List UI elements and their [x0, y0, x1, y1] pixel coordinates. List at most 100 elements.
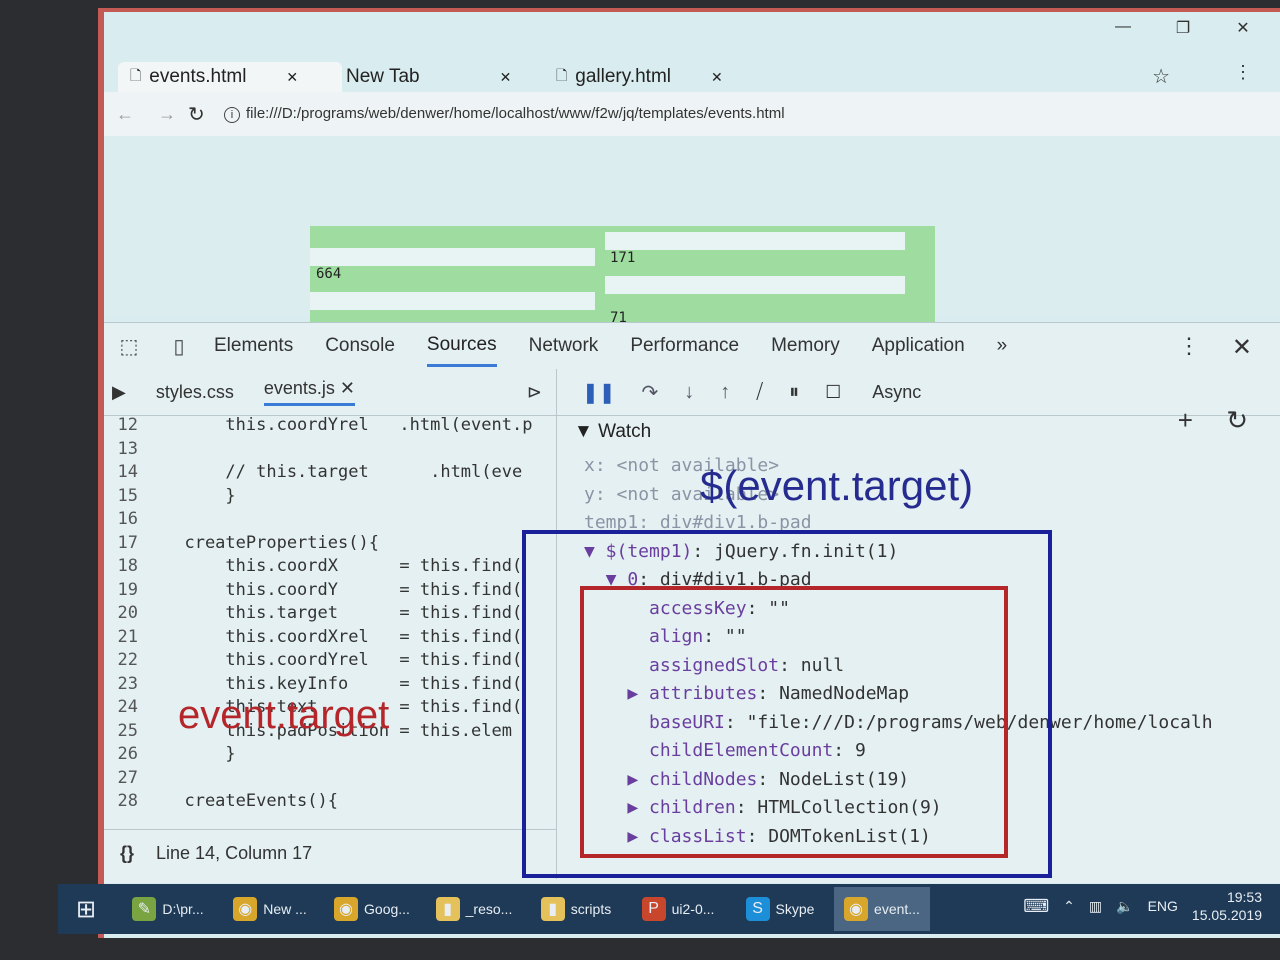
reload-icon[interactable]: ↻: [188, 102, 218, 127]
code-line: 26 }: [104, 744, 556, 768]
step-over-icon[interactable]: ↷: [642, 380, 659, 405]
code-line: 28 createEvents(){: [104, 791, 556, 815]
system-tray: ⌨ ⌃ ▥ 🔈 ENG 19:53 15.05.2019: [1023, 888, 1262, 924]
bookmark-star-icon[interactable]: ☆: [1152, 64, 1170, 89]
line-number[interactable]: 20: [104, 603, 164, 627]
async-checkbox[interactable]: ☐ Async: [825, 382, 921, 403]
refresh-watch-icon[interactable]: ↻: [1226, 405, 1248, 435]
watch-section-header[interactable]: ▼ Watch: [574, 421, 651, 443]
keyboard-icon[interactable]: ⌨: [1023, 896, 1049, 917]
tab-events-html[interactable]: 🗋 events.html ✕: [118, 62, 342, 92]
tab-title: New Tab: [346, 66, 420, 87]
code-line: 13: [104, 439, 556, 463]
line-number[interactable]: 18: [104, 556, 164, 580]
devtools-tabs: ⬚ ▯ Elements Console Sources Network Per…: [104, 323, 1280, 369]
code-line: 16: [104, 509, 556, 533]
line-number[interactable]: 28: [104, 791, 164, 815]
line-number[interactable]: 12: [104, 415, 164, 439]
tab-network[interactable]: Network: [529, 327, 599, 365]
start-button[interactable]: ⊞: [58, 887, 114, 931]
code-editor[interactable]: 12 this.coordYrel .html(event.p 13 14 // t…: [104, 415, 556, 820]
close-icon[interactable]: ✕: [286, 69, 298, 86]
line-number[interactable]: 26: [104, 744, 164, 768]
browser-menu-icon[interactable]: ⋮: [1234, 62, 1252, 83]
close-icon[interactable]: ✕: [340, 378, 355, 398]
line-number[interactable]: 21: [104, 627, 164, 651]
back-icon[interactable]: ←: [116, 104, 146, 125]
taskbar-item[interactable]: ◉ New ...: [222, 887, 318, 931]
taskbar-item-label: scripts: [570, 901, 612, 917]
sources-editor: ▶ styles.css events.js ✕ ⊳ 12 this.coord…: [104, 369, 557, 879]
watch-tools: + ↻: [1178, 405, 1248, 436]
taskbar-item[interactable]: ▮ scripts: [528, 887, 624, 931]
close-devtools-icon[interactable]: ✕: [1232, 333, 1252, 362]
inspect-icon[interactable]: ⬚: [114, 334, 144, 358]
line-number[interactable]: 23: [104, 674, 164, 698]
page-icon: 🗋: [556, 67, 568, 83]
tab-performance[interactable]: Performance: [630, 327, 739, 365]
code-text: this.target = this.find(: [164, 603, 523, 623]
tab-console[interactable]: Console: [325, 327, 395, 365]
device-toolbar-icon[interactable]: ▯: [164, 334, 194, 358]
folder-icon: ▮: [540, 897, 565, 921]
code-text: this.coordXrel = this.find(: [164, 626, 523, 647]
line-number[interactable]: 19: [104, 580, 164, 604]
file-tabs: ▶ styles.css events.js ✕ ⊳: [104, 369, 556, 416]
code-line: 27: [104, 768, 556, 792]
line-number[interactable]: 27: [104, 768, 164, 792]
network-icon[interactable]: ▥: [1089, 898, 1102, 915]
forward-icon[interactable]: →: [158, 104, 188, 125]
navigator-toggle-icon[interactable]: ▶: [112, 382, 126, 403]
tab-application[interactable]: Application: [872, 327, 965, 365]
maximize-button[interactable]: ❐: [1166, 18, 1200, 38]
file-tab-events-js[interactable]: events.js ✕: [263, 378, 356, 406]
tab-new-tab[interactable]: New Tab ✕: [334, 62, 548, 92]
tray-expand-icon[interactable]: ⌃: [1063, 898, 1075, 915]
taskbar-item[interactable]: S Skype: [732, 887, 828, 931]
taskbar-item[interactable]: ✎ D:\pr...: [120, 887, 216, 931]
code-text: }: [164, 485, 236, 506]
clock[interactable]: 19:53 15.05.2019: [1192, 888, 1262, 924]
language-indicator[interactable]: ENG: [1148, 898, 1178, 914]
line-number[interactable]: 14: [104, 462, 164, 486]
tab-gallery-html[interactable]: 🗋 gallery.html ✕: [544, 62, 768, 92]
volume-icon[interactable]: 🔈: [1116, 898, 1133, 915]
devtools-menu-icon[interactable]: ⋮: [1178, 333, 1200, 359]
url-field[interactable]: i file:///D:/programs/web/denwer/home/loc…: [224, 105, 785, 123]
close-icon[interactable]: ✕: [500, 69, 512, 86]
tab-sources[interactable]: Sources: [426, 326, 497, 367]
code-line: 15 }: [104, 486, 556, 510]
line-number[interactable]: 13: [104, 439, 164, 463]
step-into-icon[interactable]: ↓: [684, 381, 694, 404]
pause-on-exceptions-icon[interactable]: ⏸: [789, 381, 799, 404]
step-out-icon[interactable]: ↑: [720, 381, 730, 404]
line-number[interactable]: 24: [104, 697, 164, 721]
line-number[interactable]: 22: [104, 650, 164, 674]
line-number[interactable]: 17: [104, 533, 164, 557]
pretty-print-icon[interactable]: {}: [120, 843, 134, 864]
taskbar-item[interactable]: ◉ Goog...: [324, 887, 420, 931]
deactivate-breakpoints-icon[interactable]: ⧸: [756, 381, 763, 404]
tab-elements[interactable]: Elements: [214, 327, 293, 365]
line-number[interactable]: 25: [104, 721, 164, 745]
taskbar-item[interactable]: Pui2-0...: [630, 887, 726, 931]
info-bar: [605, 232, 905, 250]
more-tabs-icon[interactable]: »: [997, 327, 1008, 365]
taskbar-item-label: Skype: [775, 901, 815, 917]
taskbar-item[interactable]: ▮ _reso...: [426, 887, 522, 931]
file-tab-styles-css[interactable]: styles.css: [156, 382, 234, 403]
info-bar: [605, 276, 905, 294]
minimize-button[interactable]: —: [1106, 18, 1140, 38]
line-number[interactable]: 16: [104, 509, 164, 533]
watch-key: y: [584, 483, 595, 505]
chrome-icon: ◉: [233, 897, 258, 921]
pause-icon[interactable]: ❚❚: [582, 380, 616, 405]
debugger-toggle-icon[interactable]: ⊳: [527, 382, 542, 403]
tab-memory[interactable]: Memory: [771, 327, 840, 365]
taskbar-item[interactable]: ◉ event...: [834, 887, 930, 931]
info-icon[interactable]: i: [224, 107, 240, 123]
add-watch-icon[interactable]: +: [1178, 405, 1193, 435]
close-icon[interactable]: ✕: [711, 69, 723, 86]
line-number[interactable]: 15: [104, 486, 164, 510]
close-window-button[interactable]: ✕: [1226, 18, 1260, 38]
